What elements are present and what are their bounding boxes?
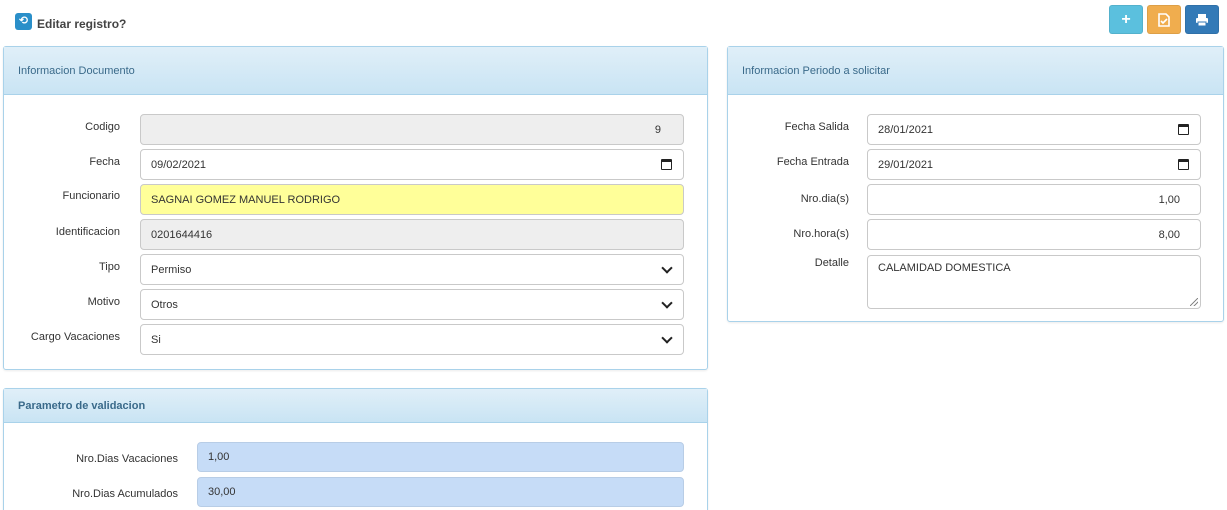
nro-horas-input[interactable]: 8,00 (867, 219, 1201, 250)
fecha-date-input[interactable]: 09/02/2021 (140, 149, 684, 180)
funcionario-value: SAGNAI GOMEZ MANUEL RODRIGO (151, 193, 341, 206)
tipo-label: Tipo (99, 261, 120, 273)
nro-dias-vacaciones-value: 1,00 (208, 451, 230, 463)
detalle-label: Detalle (814, 257, 849, 269)
calendar-icon[interactable] (661, 159, 672, 170)
nro-dias-acumulados-value: 30,00 (208, 486, 236, 498)
page-title: Editar registro? (37, 17, 127, 31)
calendar-icon[interactable] (1178, 159, 1189, 170)
fecha-salida-date-input[interactable]: 28/01/2021 (867, 114, 1201, 145)
motivo-label: Motivo (87, 296, 120, 308)
nro-dias-vacaciones-input[interactable]: 1,00 (197, 442, 684, 472)
periodo-panel: Informacion Periodo a solicitar Fecha Sa… (727, 46, 1224, 322)
nro-dias-acumulados-label: Nro.Dias Acumulados (72, 488, 178, 500)
nro-dias-acumulados-input[interactable]: 30,00 (197, 477, 684, 507)
chevron-down-icon (661, 262, 673, 274)
cargo-vacaciones-select[interactable]: Si (140, 324, 684, 355)
print-icon (1196, 13, 1208, 26)
fecha-value: 09/02/2021 (151, 158, 207, 171)
codigo-field[interactable]: 9 (140, 114, 684, 145)
cargo-vacaciones-label: Cargo Vacaciones (30, 331, 120, 343)
detalle-textarea[interactable]: CALAMIDAD DOMESTICA (867, 255, 1201, 309)
documento-panel: Informacion Documento Codigo 9 Fecha 09/… (3, 46, 708, 370)
codigo-value: 9 (654, 123, 661, 136)
chevron-down-icon (661, 297, 673, 309)
identificacion-value: 0201644416 (151, 228, 213, 241)
fecha-entrada-date-input[interactable]: 29/01/2021 (867, 149, 1201, 180)
fecha-entrada-label: Fecha Entrada (776, 156, 849, 168)
save-button[interactable] (1147, 5, 1181, 34)
nro-dias-value: 1,00 (1158, 193, 1180, 206)
documento-panel-title: Informacion Documento (4, 47, 707, 95)
identificacion-label: Identificacion (55, 226, 120, 238)
toolbar: + (1109, 5, 1219, 34)
funcionario-input[interactable]: SAGNAI GOMEZ MANUEL RODRIGO (140, 184, 684, 215)
page: ⟲ Editar registro? + Informacion Documen… (0, 0, 1227, 510)
identificacion-field[interactable]: 0201644416 (140, 219, 684, 250)
periodo-panel-title: Informacion Periodo a solicitar (728, 47, 1223, 95)
fecha-salida-label: Fecha Salida (784, 121, 849, 133)
funcionario-label: Funcionario (62, 190, 120, 202)
calendar-icon[interactable] (1178, 124, 1189, 135)
detalle-value: CALAMIDAD DOMESTICA (878, 262, 1011, 274)
tipo-select[interactable]: Permiso (140, 254, 684, 285)
motivo-select[interactable]: Otros (140, 289, 684, 320)
fecha-label: Fecha (89, 156, 120, 168)
resize-grip-icon[interactable] (1190, 298, 1198, 306)
nro-dias-label: Nro.dia(s) (800, 193, 849, 205)
fecha-salida-value: 28/01/2021 (878, 123, 934, 136)
save-document-icon (1158, 12, 1170, 27)
validacion-panel: Parametro de validacion Nro.Dias Vacacio… (3, 388, 708, 510)
nro-horas-label: Nro.hora(s) (793, 228, 849, 240)
add-button[interactable]: + (1109, 5, 1143, 34)
nro-horas-value: 8,00 (1158, 228, 1180, 241)
motivo-value: Otros (151, 298, 178, 311)
plus-icon: + (1121, 10, 1131, 28)
fecha-entrada-value: 29/01/2021 (878, 158, 934, 171)
cargo-vacaciones-value: Si (151, 333, 161, 346)
validacion-panel-title: Parametro de validacion (4, 389, 707, 423)
codigo-label: Codigo (85, 121, 120, 133)
nro-dias-vacaciones-label: Nro.Dias Vacaciones (76, 453, 178, 465)
print-button[interactable] (1185, 5, 1219, 34)
tipo-value: Permiso (151, 263, 192, 276)
nro-dias-input[interactable]: 1,00 (867, 184, 1201, 215)
chevron-down-icon (661, 332, 673, 344)
refresh-icon[interactable]: ⟲ (15, 12, 32, 30)
page-header: ⟲ Editar registro? (15, 11, 126, 31)
